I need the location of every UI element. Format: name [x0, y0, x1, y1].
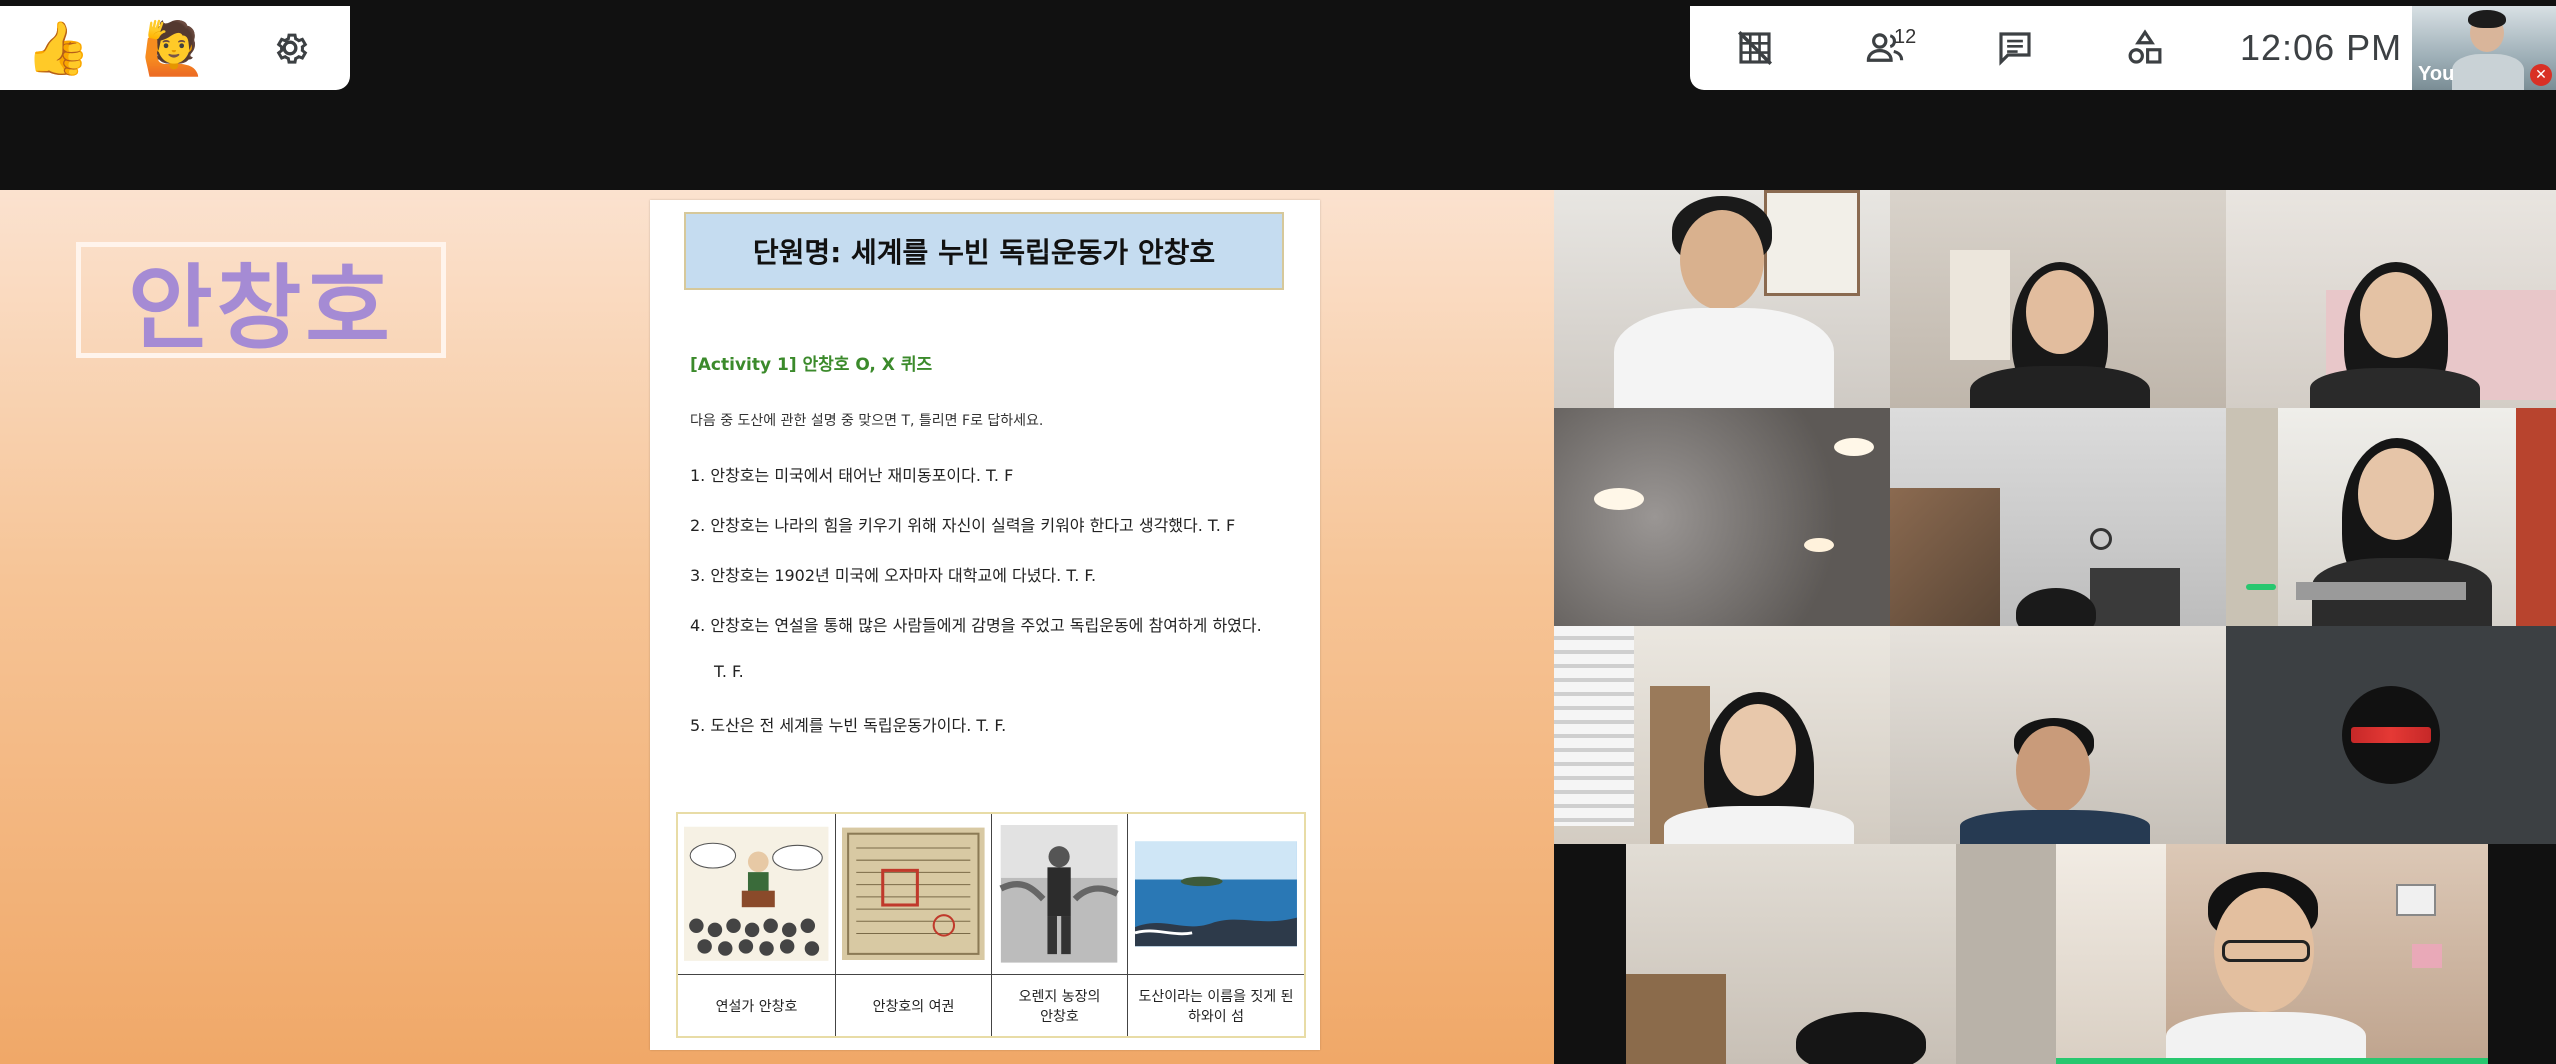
participant-hair: [2016, 588, 2096, 626]
meeting-toolbar: 12 12:06 PM: [1690, 6, 2412, 90]
raise-hand-icon: 🙋: [141, 18, 207, 79]
image-cell-hawaii: [1128, 814, 1304, 974]
self-hair: [2468, 10, 2506, 28]
participants-button[interactable]: 12: [1820, 6, 1950, 90]
question-4: 4. 안창호는 연설을 통해 많은 사람들에게 감명을 주었고 독립운동에 참여…: [690, 616, 1262, 635]
video-tile-5[interactable]: [1890, 408, 2226, 626]
question-2: 2. 안창호는 나라의 힘을 키우기 위해 자신이 실력을 키워야 한다고 생각…: [690, 516, 1236, 535]
participant-hair: [1796, 1012, 1926, 1064]
ceiling-light: [1594, 488, 1644, 510]
participant-shirt: [1614, 308, 1834, 408]
question-1: 1. 안창호는 미국에서 태어난 재미동포이다. T. F: [690, 466, 1014, 485]
caption-speech: 연설가 안창호: [678, 974, 836, 1036]
caption-passport: 안창호의 여권: [836, 974, 992, 1036]
bookshelf: [1626, 974, 1726, 1064]
participant-shirt: [2166, 1012, 2366, 1064]
question-4-answer: T. F.: [714, 662, 744, 681]
worksheet-document: 단원명: 세계를 누빈 독립운동가 안창호 [Activity 1] 안창호 O…: [650, 200, 1320, 1050]
captions-toggle-button[interactable]: [1690, 6, 1820, 90]
participant-head: [2360, 272, 2432, 358]
window: [2056, 844, 2166, 1064]
thumbs-up-icon: 👍: [25, 18, 91, 79]
slide-name-box: 안창호: [76, 242, 446, 362]
video-tile-6[interactable]: [2226, 408, 2556, 626]
staircase: [1890, 488, 2000, 626]
ceiling-light: [1804, 538, 1834, 552]
caption-orange-farm: 오렌지 농장의 안창호: [992, 974, 1128, 1036]
window-blinds: [1554, 626, 1634, 826]
shapes-icon: [2128, 29, 2162, 64]
chat-button[interactable]: [1950, 6, 2080, 90]
wall-clock: [2090, 528, 2112, 550]
bookshelf: [2226, 408, 2278, 626]
name-label-bar: [2296, 582, 2466, 600]
orange-farm-photo: [999, 825, 1120, 963]
self-view-tile[interactable]: You ✕: [2412, 6, 2556, 90]
participant-head: [2016, 726, 2090, 814]
speech-illustration: [684, 826, 829, 962]
settings-button[interactable]: [232, 6, 348, 90]
worksheet-title: 단원명: 세계를 누빈 독립운동가 안창호: [684, 212, 1284, 290]
hawaii-island-photo: [1135, 841, 1297, 947]
avatar: [2342, 686, 2440, 784]
avatar-logo: [2351, 727, 2431, 743]
participant-head: [1680, 210, 1764, 310]
video-tile-1[interactable]: [1554, 190, 1890, 408]
chat-icon: [1999, 32, 2031, 66]
shared-screen: 안창호 단원명: 세계를 누빈 독립운동가 안창호 [Activity 1] 안…: [0, 190, 1554, 1064]
door: [1956, 844, 2056, 1064]
participant-shirt: [1960, 810, 2150, 844]
video-tile-8[interactable]: [1890, 626, 2226, 844]
video-tile-9-avatar[interactable]: [2226, 626, 2556, 844]
bookshelf-right: [2516, 408, 2556, 626]
glasses: [2222, 940, 2310, 962]
door: [1950, 250, 2010, 360]
image-cell-speech: [678, 814, 836, 974]
slide-name-title: 안창호: [128, 254, 394, 362]
images-table: 연설가 안창호 안창호의 여권 오렌지 농장의 안창호 도산이라는 이름을 짓게…: [676, 812, 1306, 1038]
wall-certificate: [2396, 884, 2436, 916]
wall-frame: [1764, 190, 1860, 296]
participant-head: [2358, 448, 2434, 540]
participant-head: [1720, 704, 1796, 796]
video-tile-10[interactable]: [1626, 844, 2056, 1064]
image-cell-orange-farm: [992, 814, 1128, 974]
question-3: 3. 안창호는 1902년 미국에 오자마자 대학교에 다녔다. T. F.: [690, 566, 1097, 585]
participant-shirt: [1970, 366, 2150, 408]
speaking-indicator: [2246, 584, 2276, 590]
question-5: 5. 도산은 전 세계를 누빈 독립운동가이다. T. F.: [690, 716, 1007, 735]
video-tile-7[interactable]: [1554, 626, 1890, 844]
participant-head: [2026, 270, 2094, 354]
video-tile-11[interactable]: [2056, 844, 2488, 1064]
activity-heading: [Activity 1] 안창호 O, X 퀴즈: [690, 355, 933, 375]
participants-count-badge: 12: [1894, 26, 1917, 48]
self-shirt: [2452, 54, 2524, 90]
caption-hawaii: 도산이라는 이름을 짓게 된 하와이 섬: [1128, 974, 1304, 1036]
meeting-clock: 12:06 PM: [2240, 27, 2403, 68]
thumbs-up-button[interactable]: 👍: [0, 6, 116, 90]
gear-icon: [276, 33, 308, 64]
furniture: [2090, 568, 2180, 626]
participant-shirt: [2310, 368, 2480, 408]
raise-hand-button[interactable]: 🙋: [116, 6, 232, 90]
ceiling-light: [1834, 438, 1874, 456]
video-tile-3[interactable]: [2226, 190, 2556, 408]
activity-instruction: 다음 중 도산에 관한 설명 중 맞으면 T, 틀리면 F로 답하세요.: [690, 413, 1044, 429]
activities-button[interactable]: [2080, 6, 2210, 90]
video-tile-4[interactable]: [1554, 408, 1890, 626]
mic-off-icon: ✕: [2530, 64, 2552, 86]
grid-off-icon: [1738, 31, 1772, 65]
participant-shirt: [1664, 806, 1854, 844]
image-cell-passport: [836, 814, 992, 974]
active-speaker-bar: [2056, 1058, 2488, 1064]
video-tile-2[interactable]: [1890, 190, 2226, 408]
reactions-panel: 👍 🙋: [0, 6, 350, 90]
wall-note: [2412, 944, 2442, 968]
passport-illustration: [842, 827, 985, 961]
self-view-label: You: [2418, 63, 2455, 85]
